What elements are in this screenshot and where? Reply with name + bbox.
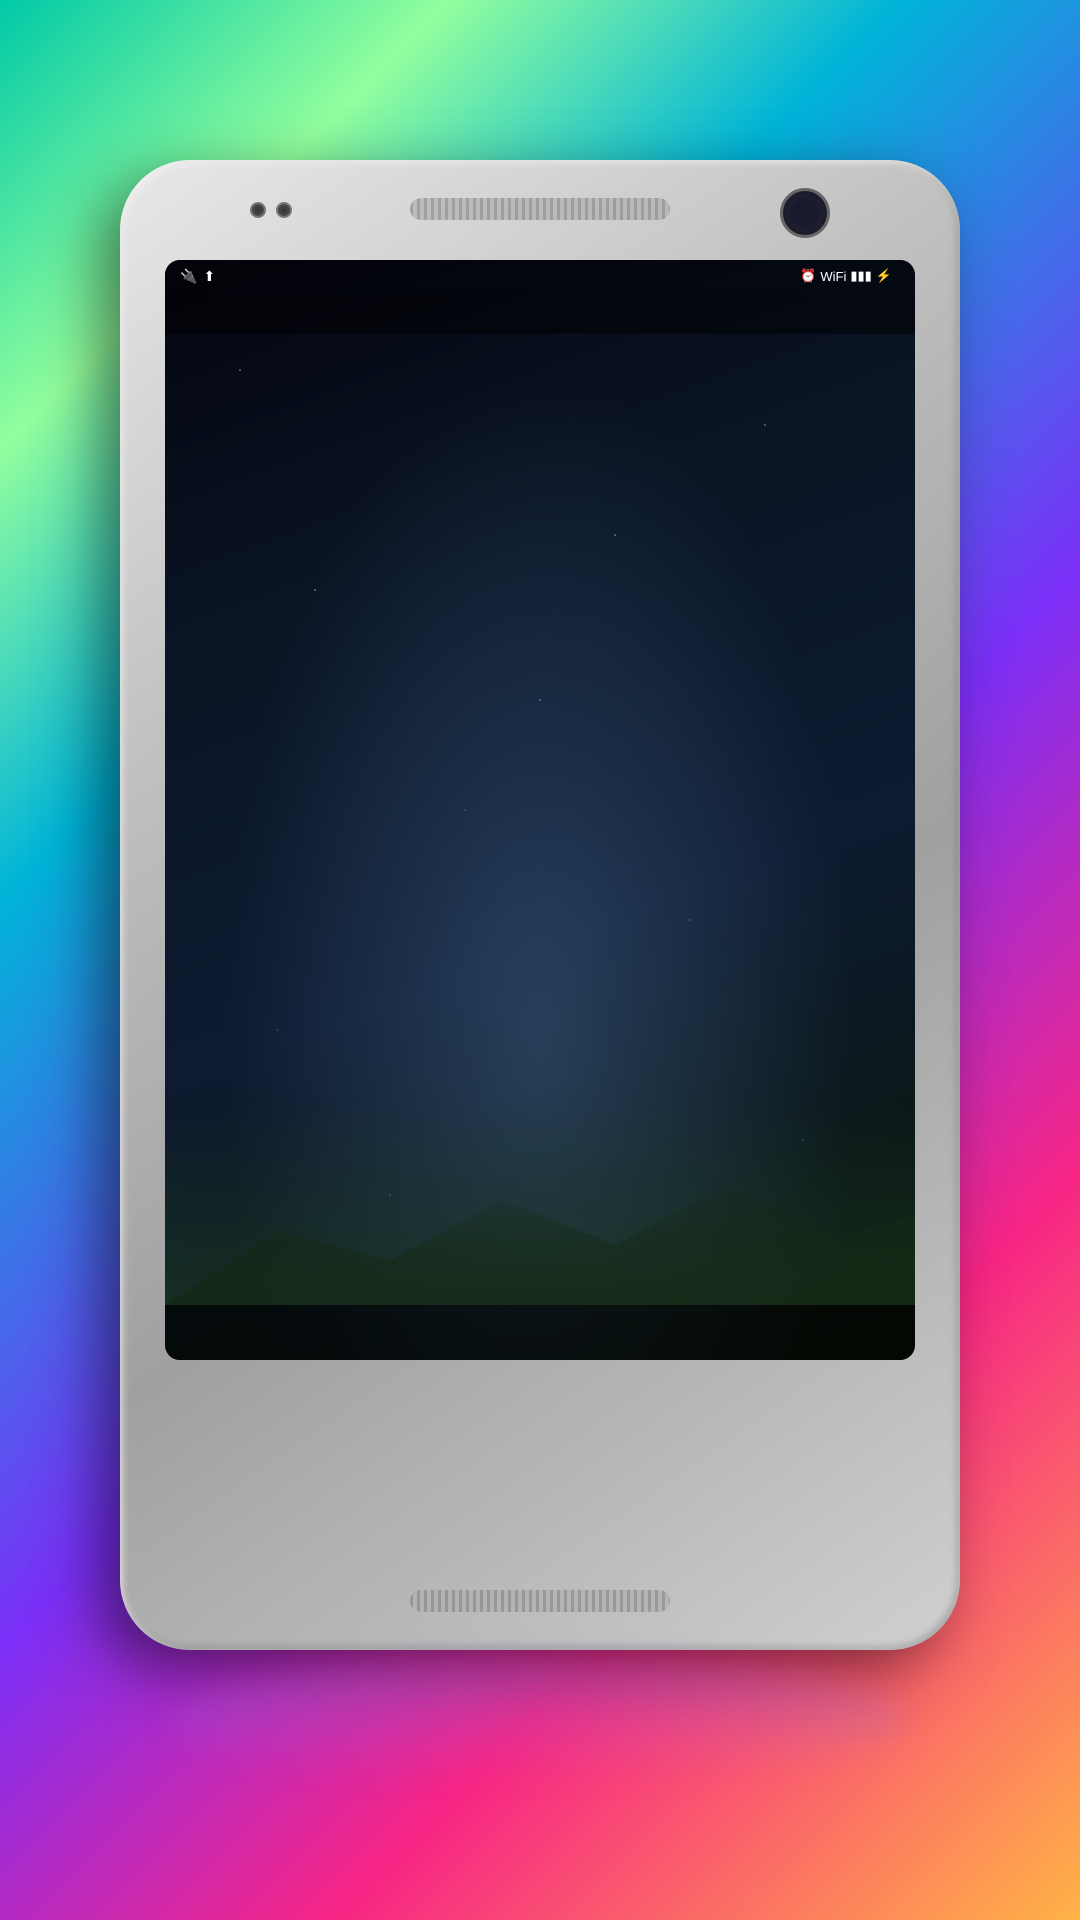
charge-icon: ⚡ bbox=[876, 268, 892, 284]
navigation-bar bbox=[165, 1305, 915, 1360]
status-bar: 🔌 ⬆ ⏰ WiFi ▮▮▮ ⚡ bbox=[165, 260, 915, 292]
app-bar bbox=[165, 292, 915, 334]
usb-icon: 🔌 bbox=[180, 268, 197, 285]
phone-device: 🔌 ⬆ ⏰ WiFi ▮▮▮ ⚡ bbox=[120, 160, 960, 1780]
page-wrapper: 🔌 ⬆ ⏰ WiFi ▮▮▮ ⚡ bbox=[0, 0, 1080, 1920]
front-sensors bbox=[250, 202, 292, 218]
phone-screen: 🔌 ⬆ ⏰ WiFi ▮▮▮ ⚡ bbox=[165, 260, 915, 1360]
signal-icon: ▮▮▮ bbox=[850, 268, 871, 284]
notification-icon: ⬆ bbox=[203, 268, 215, 285]
wifi-icon: WiFi bbox=[820, 269, 846, 284]
camera-lens bbox=[780, 188, 830, 238]
phone-body: 🔌 ⬆ ⏰ WiFi ▮▮▮ ⚡ bbox=[120, 160, 960, 1650]
sensor-dot-1 bbox=[250, 202, 266, 218]
status-left: 🔌 ⬆ bbox=[180, 268, 215, 285]
apps-grid bbox=[165, 334, 915, 1305]
top-speaker bbox=[410, 198, 670, 220]
alarm-icon: ⏰ bbox=[800, 268, 816, 284]
phone-reflection bbox=[170, 1660, 910, 1780]
sensor-dot-2 bbox=[276, 202, 292, 218]
bottom-speaker bbox=[410, 1590, 670, 1612]
status-right: ⏰ WiFi ▮▮▮ ⚡ bbox=[800, 268, 900, 284]
